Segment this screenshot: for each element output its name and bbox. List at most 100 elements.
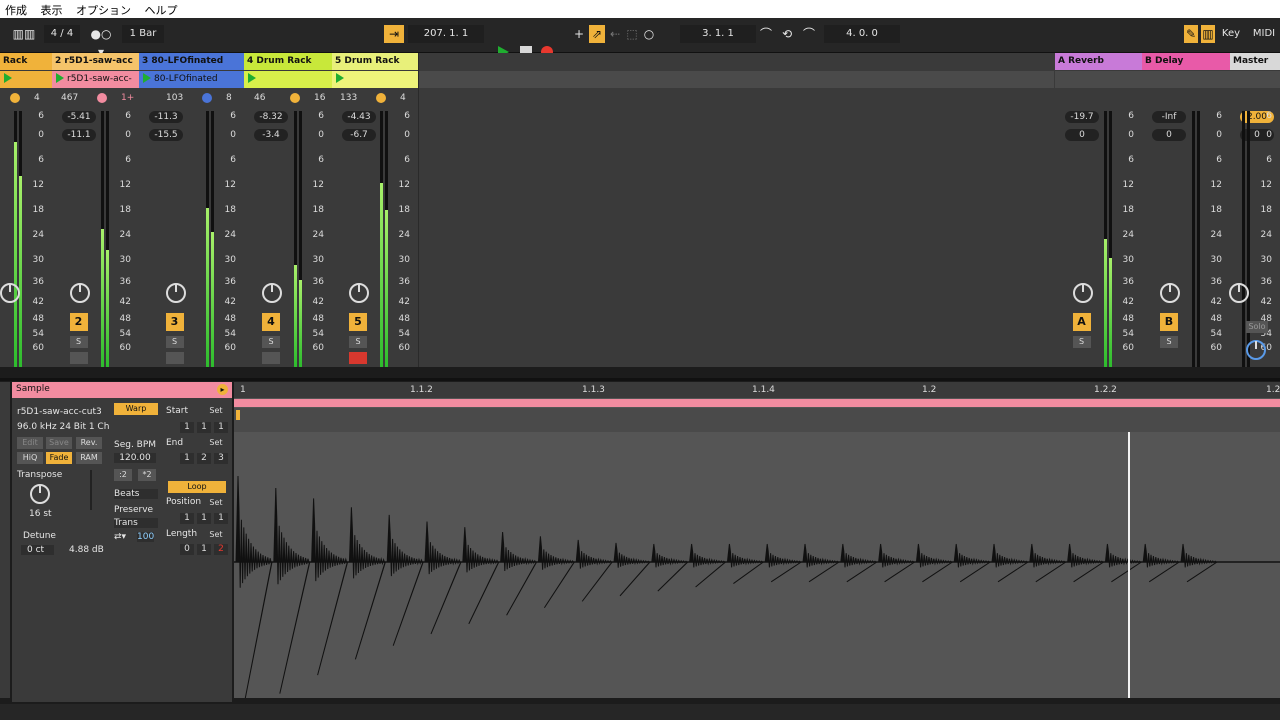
edit-button[interactable]: Edit <box>17 437 43 449</box>
quantize-select[interactable]: 1 Bar <box>122 25 164 43</box>
detune-value[interactable]: 0 ct <box>21 545 55 555</box>
loop-start-field[interactable]: 3. 1. 1 <box>680 25 756 43</box>
double-tempo-button[interactable]: *2 <box>138 469 156 481</box>
solo-button[interactable]: Solo <box>1246 321 1268 333</box>
send-knob-icon[interactable] <box>1229 283 1249 303</box>
cue-knob-icon[interactable] <box>1246 340 1266 360</box>
solo-button[interactable]: S <box>165 336 184 348</box>
loop-brace[interactable] <box>234 399 1280 407</box>
arm-button[interactable] <box>69 352 88 364</box>
track-title[interactable]: 2 r5D1-saw-acc <box>52 53 139 70</box>
volume-field[interactable]: -Inf <box>1152 111 1186 123</box>
volume-field[interactable]: -19.7 <box>1065 111 1099 123</box>
clip-play-icon[interactable] <box>56 72 64 83</box>
solo-button[interactable]: S <box>1072 336 1091 348</box>
gain-slider[interactable] <box>90 470 92 510</box>
start-set-button[interactable]: Set <box>206 405 226 417</box>
menu-help[interactable]: ヘルプ <box>140 0 183 18</box>
seg-bpm-field[interactable]: 120.00 <box>114 453 156 463</box>
arm-button[interactable] <box>165 352 184 364</box>
volume-field[interactable]: -5.41 <box>62 111 96 123</box>
end-set-button[interactable]: Set <box>206 437 226 449</box>
track-activator-button[interactable]: 2 <box>69 313 88 331</box>
time-signature-field[interactable]: 4 / 4 <box>44 25 80 43</box>
pan-field[interactable]: -11.1 <box>62 129 96 141</box>
beat-ruler[interactable]: 1 1.1.2 1.1.3 1.1.4 1.2 1.2.2 1.2 <box>234 382 1280 398</box>
hiq-button[interactable]: HiQ <box>17 452 43 464</box>
envelope-field[interactable]: 100 <box>137 532 155 542</box>
end-bar[interactable]: 1 <box>180 453 194 464</box>
arm-button[interactable] <box>349 352 367 364</box>
clip-play-icon[interactable] <box>248 72 256 83</box>
send-knob-icon[interactable] <box>165 283 186 303</box>
midi-map-button[interactable]: MIDI <box>1250 25 1278 43</box>
clip-slot[interactable]: r5D1-saw-acc- <box>52 71 139 88</box>
transpose-knob[interactable] <box>30 484 50 504</box>
clip-slot[interactable] <box>244 71 332 88</box>
clip-play-icon[interactable] <box>4 72 12 83</box>
reverse-button[interactable]: Rev. <box>76 437 102 449</box>
send-knob-icon[interactable] <box>349 283 369 303</box>
waveform-display[interactable] <box>234 432 1280 698</box>
pan-field[interactable]: -6.7 <box>342 129 376 141</box>
track-title[interactable]: B Delay <box>1142 53 1230 70</box>
clip-play-icon[interactable] <box>336 72 344 83</box>
start-beat[interactable]: 1 <box>197 422 211 433</box>
track-title[interactable]: Master <box>1230 53 1280 70</box>
start-marker[interactable] <box>236 410 240 420</box>
length-bar[interactable]: 0 <box>180 544 194 555</box>
transient-loop-icon[interactable]: ⇄▾ <box>114 532 126 542</box>
session-record-icon[interactable]: ○ <box>642 25 656 43</box>
track-title[interactable]: 5 Drum Rack <box>332 53 418 70</box>
send-knob-icon[interactable] <box>262 283 282 303</box>
loop-switch-icon[interactable]: ⟲ <box>778 25 796 43</box>
save-button[interactable]: Save <box>46 437 72 449</box>
half-tempo-button[interactable]: :2 <box>114 469 132 481</box>
length-sixteenth[interactable]: 2 <box>214 544 228 555</box>
solo-button[interactable]: S <box>262 336 280 348</box>
clip-slot[interactable]: 80-LFOfinated <box>139 71 244 88</box>
arm-button[interactable] <box>262 352 280 364</box>
keyboard-icon[interactable]: ▥ <box>1201 25 1215 43</box>
solo-button[interactable]: S <box>69 336 88 348</box>
sample-menu-icon[interactable]: ▸ <box>217 384 228 395</box>
add-icon[interactable]: + <box>572 25 586 43</box>
loop-button[interactable]: Loop <box>168 481 226 493</box>
automation-arm-icon[interactable]: ⇗ <box>589 25 605 43</box>
punch-in-icon[interactable]: ⌒ <box>758 25 774 43</box>
menu-create[interactable]: 作成 <box>0 0 32 18</box>
track-title[interactable]: 4 Drum Rack <box>244 53 332 70</box>
track-activator-button[interactable]: 3 <box>165 313 184 331</box>
ram-button[interactable]: RAM <box>76 452 102 464</box>
volume-field[interactable]: -8.32 <box>254 111 288 123</box>
start-bar[interactable]: 1 <box>180 422 194 433</box>
send-knob-icon[interactable] <box>69 283 90 303</box>
draw-mode-icon[interactable]: ✎ <box>1184 25 1198 43</box>
position-set-button[interactable]: Set <box>206 497 226 509</box>
empty-track-area[interactable] <box>419 53 1054 367</box>
clip-slot[interactable] <box>332 71 418 88</box>
key-map-button[interactable]: Key <box>1218 25 1244 43</box>
menu-view[interactable]: 表示 <box>36 0 68 18</box>
send-knob-icon[interactable] <box>1160 283 1180 303</box>
warp-mode-select[interactable]: Beats <box>114 489 158 499</box>
sample-editor[interactable]: 1 1.1.2 1.1.3 1.1.4 1.2 1.2.2 1.2 <box>234 382 1280 698</box>
position-beat[interactable]: 1 <box>197 513 211 524</box>
menu-options[interactable]: オプション <box>71 0 136 18</box>
fade-button[interactable]: Fade <box>46 452 72 464</box>
clip-play-icon[interactable] <box>143 72 151 83</box>
song-position-field[interactable]: 207. 1. 1 <box>408 25 484 43</box>
arrangement-position-icon[interactable]: ⇥ <box>384 25 404 43</box>
track-title[interactable]: 3 80-LFOfinated <box>139 53 244 70</box>
track-activator-button[interactable]: B <box>1160 313 1178 331</box>
capture-icon[interactable]: ⬚ <box>625 25 639 43</box>
track-activator-button[interactable]: 5 <box>349 313 367 331</box>
end-sixteenth[interactable]: 3 <box>214 453 228 464</box>
punch-out-icon[interactable]: ⌒ <box>800 25 818 43</box>
track-activator-button[interactable]: 4 <box>262 313 280 331</box>
track-title[interactable]: Rack <box>0 53 52 70</box>
position-bar[interactable]: 1 <box>180 513 194 524</box>
warp-marker-row[interactable] <box>234 408 1280 432</box>
solo-button[interactable]: S <box>349 336 367 348</box>
warp-button[interactable]: Warp <box>114 403 158 415</box>
